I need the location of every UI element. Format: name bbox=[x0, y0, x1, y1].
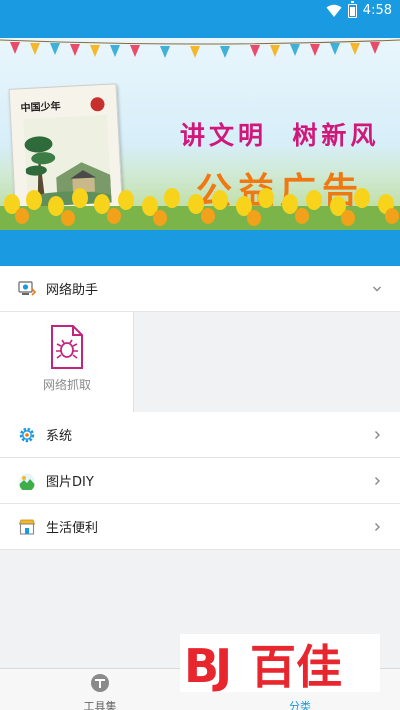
landscape-image-icon bbox=[19, 473, 35, 490]
chevron-right-icon[interactable] bbox=[372, 522, 382, 532]
chevron-down-icon[interactable] bbox=[372, 284, 382, 294]
section-label-network: 网络助手 bbox=[46, 283, 99, 298]
section-header-image-diy[interactable]: 图片DIY bbox=[0, 458, 400, 504]
status-bar: 4:58 bbox=[0, 0, 400, 24]
network-monitor-icon bbox=[18, 280, 36, 296]
gear-icon bbox=[19, 427, 35, 442]
tool-tile-network-capture[interactable]: 网络抓取 bbox=[0, 312, 134, 412]
tool-grid-network: 网络抓取 bbox=[0, 312, 400, 412]
section-label-image-diy: 图片DIY bbox=[46, 475, 94, 490]
poster-title: 中国少年 bbox=[20, 101, 61, 115]
tulip-field-decoration bbox=[0, 188, 400, 230]
tab-label-category: 分类 bbox=[289, 700, 311, 710]
tool-tile-label: 网络抓取 bbox=[42, 378, 91, 392]
battery-icon bbox=[347, 0, 357, 18]
section-header-network[interactable]: 网络助手 bbox=[0, 266, 400, 312]
bunting-decoration bbox=[0, 39, 400, 58]
chevron-right-icon[interactable] bbox=[372, 430, 382, 440]
wifi-icon bbox=[326, 4, 342, 17]
svg-text:BJ: BJ bbox=[184, 639, 228, 692]
section-label-system: 系统 bbox=[46, 429, 73, 444]
section-network: 网络助手 bbox=[0, 266, 400, 312]
banner-image[interactable]: 中国少年 讲文明 树新风 公益广告 bbox=[0, 38, 400, 230]
poster-seal bbox=[90, 96, 105, 112]
section-list: 系统 图片DIY 生活便利 bbox=[0, 412, 400, 550]
banner-slogan-line1: 讲文明 树新风 bbox=[180, 121, 380, 150]
bug-document-icon bbox=[51, 325, 83, 369]
tab-toolbox[interactable]: 工具集 bbox=[40, 673, 160, 710]
watermark-logo: BJ 百佳 bbox=[180, 634, 380, 692]
status-time: 4:58 bbox=[362, 3, 392, 18]
tab-label-toolbox: 工具集 bbox=[83, 700, 117, 710]
section-header-system[interactable]: 系统 bbox=[0, 412, 400, 458]
toolbox-icon bbox=[91, 674, 109, 692]
section-header-life[interactable]: 生活便利 bbox=[0, 504, 400, 550]
chevron-right-icon[interactable] bbox=[372, 476, 382, 486]
storefront-icon bbox=[18, 519, 36, 535]
section-label-life: 生活便利 bbox=[46, 521, 99, 536]
svg-text:百佳: 百佳 bbox=[250, 640, 342, 692]
status-icons: 4:58 bbox=[326, 0, 392, 18]
